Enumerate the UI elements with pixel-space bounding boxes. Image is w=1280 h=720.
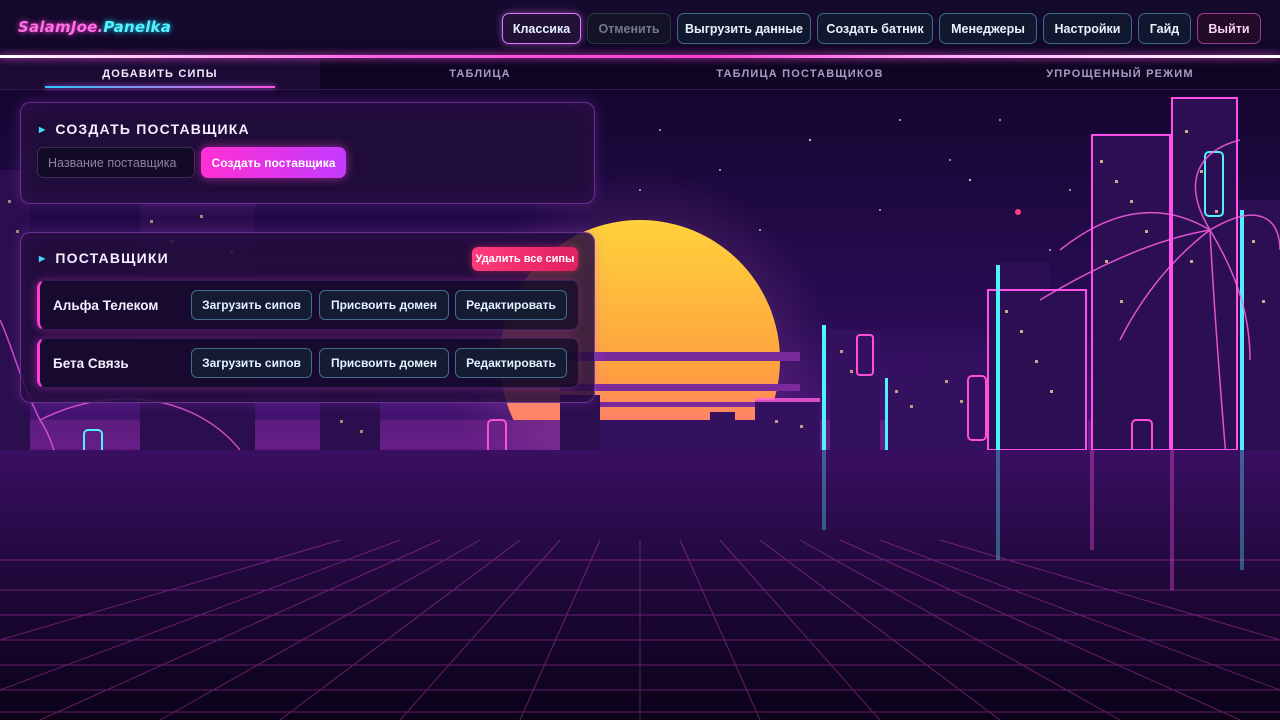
export-data-button[interactable]: Выгрузить данные (677, 13, 811, 44)
tab-add-sips[interactable]: ДОБАВИТЬ СИПЫ (0, 58, 320, 89)
logo-part-1: SalamJoe. (18, 18, 104, 36)
triangle-bullet-icon: ▶ (39, 253, 47, 263)
guide-button[interactable]: Гайд (1138, 13, 1191, 44)
top-bar: SalamJoe.Panelka Классика Отменить Выгру… (0, 0, 1280, 56)
create-provider-card: ▶ СОЗДАТЬ ПОСТАВЩИКА Создать поставщика (20, 102, 595, 204)
delete-all-sips-button[interactable]: Удалить все сипы (472, 247, 578, 271)
logout-button[interactable]: Выйти (1197, 13, 1261, 44)
logo-part-2: Panelka (103, 18, 172, 36)
edit-provider-button[interactable]: Редактировать (455, 290, 567, 320)
topbar-divider (0, 55, 1280, 58)
provider-row: Бета Связь Загрузить сипов Присвоить дом… (37, 338, 579, 388)
create-provider-button[interactable]: Создать поставщика (201, 147, 346, 178)
tab-simple-mode[interactable]: УПРОЩЕННЫЙ РЕЖИМ (960, 58, 1280, 89)
triangle-bullet-icon: ▶ (39, 124, 47, 134)
load-sips-button[interactable]: Загрузить сипов (191, 348, 312, 378)
providers-title: ПОСТАВЩИКИ (55, 250, 169, 266)
managers-button[interactable]: Менеджеры (939, 13, 1037, 44)
settings-button[interactable]: Настройки (1043, 13, 1132, 44)
create-provider-title: СОЗДАТЬ ПОСТАВЩИКА (55, 121, 250, 137)
undo-button[interactable]: Отменить (587, 13, 671, 44)
load-sips-button[interactable]: Загрузить сипов (191, 290, 312, 320)
provider-name: Бета Связь (53, 355, 129, 371)
assign-domain-button[interactable]: Присвоить домен (319, 348, 449, 378)
tab-table[interactable]: ТАБЛИЦА (320, 58, 640, 89)
assign-domain-button[interactable]: Присвоить домен (319, 290, 449, 320)
active-tab-indicator (45, 86, 275, 88)
create-batch-button[interactable]: Создать батник (817, 13, 933, 44)
app-logo: SalamJoe.Panelka (18, 18, 171, 36)
providers-heading: ▶ ПОСТАВЩИКИ (39, 250, 169, 266)
provider-row: Альфа Телеком Загрузить сипов Присвоить … (37, 280, 579, 330)
provider-name: Альфа Телеком (53, 297, 159, 313)
providers-card: ▶ ПОСТАВЩИКИ Удалить все сипы Альфа Теле… (20, 232, 595, 403)
edit-provider-button[interactable]: Редактировать (455, 348, 567, 378)
create-provider-heading: ▶ СОЗДАТЬ ПОСТАВЩИКА (39, 121, 250, 137)
classic-mode-button[interactable]: Классика (502, 13, 581, 44)
provider-name-input[interactable] (37, 147, 195, 178)
tab-providers-table[interactable]: ТАБЛИЦА ПОСТАВЩИКОВ (640, 58, 960, 89)
